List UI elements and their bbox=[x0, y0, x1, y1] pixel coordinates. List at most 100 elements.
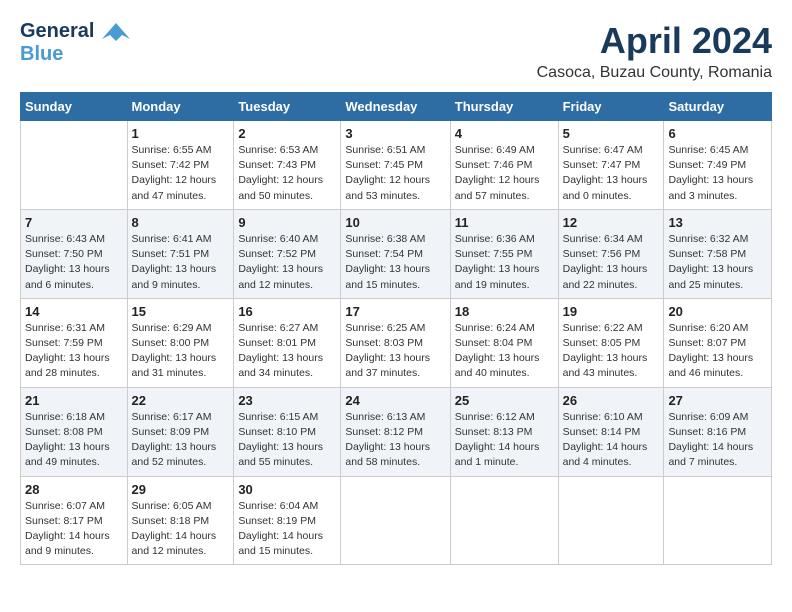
calendar-cell: 9 Sunrise: 6:40 AM Sunset: 7:52 PM Daylig… bbox=[234, 209, 341, 298]
calendar-cell: 16 Sunrise: 6:27 AM Sunset: 8:01 PM Dayli… bbox=[234, 298, 341, 387]
day-info: Sunrise: 6:25 AM Sunset: 8:03 PM Dayligh… bbox=[345, 321, 445, 382]
location-subtitle: Casoca, Buzau County, Romania bbox=[537, 64, 772, 82]
day-number: 15 bbox=[132, 304, 230, 319]
weekday-header: Wednesday bbox=[341, 93, 450, 121]
calendar-cell bbox=[558, 476, 664, 565]
day-number: 12 bbox=[563, 215, 660, 230]
day-info: Sunrise: 6:51 AM Sunset: 7:45 PM Dayligh… bbox=[345, 143, 445, 204]
logo: General Blue bbox=[20, 20, 130, 65]
day-info: Sunrise: 6:04 AM Sunset: 8:19 PM Dayligh… bbox=[238, 499, 336, 560]
calendar-cell: 23 Sunrise: 6:15 AM Sunset: 8:10 PM Dayli… bbox=[234, 387, 341, 476]
day-info: Sunrise: 6:36 AM Sunset: 7:55 PM Dayligh… bbox=[455, 232, 554, 293]
calendar-cell: 22 Sunrise: 6:17 AM Sunset: 8:09 PM Dayli… bbox=[127, 387, 234, 476]
day-number: 22 bbox=[132, 393, 230, 408]
day-info: Sunrise: 6:29 AM Sunset: 8:00 PM Dayligh… bbox=[132, 321, 230, 382]
day-info: Sunrise: 6:34 AM Sunset: 7:56 PM Dayligh… bbox=[563, 232, 660, 293]
calendar-cell: 6 Sunrise: 6:45 AM Sunset: 7:49 PM Daylig… bbox=[664, 121, 772, 210]
day-info: Sunrise: 6:53 AM Sunset: 7:43 PM Dayligh… bbox=[238, 143, 336, 204]
weekday-header: Tuesday bbox=[234, 93, 341, 121]
day-number: 19 bbox=[563, 304, 660, 319]
day-number: 25 bbox=[455, 393, 554, 408]
day-info: Sunrise: 6:12 AM Sunset: 8:13 PM Dayligh… bbox=[455, 410, 554, 471]
title-block: April 2024 Casoca, Buzau County, Romania bbox=[537, 20, 772, 82]
day-info: Sunrise: 6:24 AM Sunset: 8:04 PM Dayligh… bbox=[455, 321, 554, 382]
day-info: Sunrise: 6:27 AM Sunset: 8:01 PM Dayligh… bbox=[238, 321, 336, 382]
calendar-cell: 20 Sunrise: 6:20 AM Sunset: 8:07 PM Dayli… bbox=[664, 298, 772, 387]
weekday-header: Sunday bbox=[21, 93, 128, 121]
calendar-cell: 13 Sunrise: 6:32 AM Sunset: 7:58 PM Dayli… bbox=[664, 209, 772, 298]
day-number: 14 bbox=[25, 304, 123, 319]
calendar-cell bbox=[341, 476, 450, 565]
calendar-cell bbox=[664, 476, 772, 565]
calendar-cell: 24 Sunrise: 6:13 AM Sunset: 8:12 PM Dayli… bbox=[341, 387, 450, 476]
day-number: 24 bbox=[345, 393, 445, 408]
calendar-cell bbox=[21, 121, 128, 210]
day-info: Sunrise: 6:09 AM Sunset: 8:16 PM Dayligh… bbox=[668, 410, 767, 471]
day-number: 8 bbox=[132, 215, 230, 230]
day-info: Sunrise: 6:38 AM Sunset: 7:54 PM Dayligh… bbox=[345, 232, 445, 293]
day-info: Sunrise: 6:43 AM Sunset: 7:50 PM Dayligh… bbox=[25, 232, 123, 293]
calendar-cell: 11 Sunrise: 6:36 AM Sunset: 7:55 PM Dayli… bbox=[450, 209, 558, 298]
day-number: 9 bbox=[238, 215, 336, 230]
day-number: 29 bbox=[132, 482, 230, 497]
calendar-cell: 4Sunrise: 6:49 AM Sunset: 7:46 PM Daylig… bbox=[450, 121, 558, 210]
day-info: Sunrise: 6:47 AM Sunset: 7:47 PM Dayligh… bbox=[563, 143, 660, 204]
calendar-week-row: 1Sunrise: 6:55 AM Sunset: 7:42 PM Daylig… bbox=[21, 121, 772, 210]
day-number: 2 bbox=[238, 126, 336, 141]
day-number: 11 bbox=[455, 215, 554, 230]
day-info: Sunrise: 6:18 AM Sunset: 8:08 PM Dayligh… bbox=[25, 410, 123, 471]
day-info: Sunrise: 6:32 AM Sunset: 7:58 PM Dayligh… bbox=[668, 232, 767, 293]
calendar-cell bbox=[450, 476, 558, 565]
calendar-cell: 8 Sunrise: 6:41 AM Sunset: 7:51 PM Daylig… bbox=[127, 209, 234, 298]
day-number: 17 bbox=[345, 304, 445, 319]
day-number: 13 bbox=[668, 215, 767, 230]
calendar-cell: 7 Sunrise: 6:43 AM Sunset: 7:50 PM Daylig… bbox=[21, 209, 128, 298]
day-info: Sunrise: 6:41 AM Sunset: 7:51 PM Dayligh… bbox=[132, 232, 230, 293]
day-info: Sunrise: 6:22 AM Sunset: 8:05 PM Dayligh… bbox=[563, 321, 660, 382]
calendar-table: SundayMondayTuesdayWednesdayThursdayFrid… bbox=[20, 92, 772, 565]
day-info: Sunrise: 6:49 AM Sunset: 7:46 PM Dayligh… bbox=[455, 143, 554, 204]
calendar-week-row: 14 Sunrise: 6:31 AM Sunset: 7:59 PM Dayli… bbox=[21, 298, 772, 387]
calendar-cell: 12 Sunrise: 6:34 AM Sunset: 7:56 PM Dayli… bbox=[558, 209, 664, 298]
weekday-header: Saturday bbox=[664, 93, 772, 121]
day-number: 27 bbox=[668, 393, 767, 408]
day-info: Sunrise: 6:13 AM Sunset: 8:12 PM Dayligh… bbox=[345, 410, 445, 471]
day-info: Sunrise: 6:15 AM Sunset: 8:10 PM Dayligh… bbox=[238, 410, 336, 471]
calendar-cell: 19 Sunrise: 6:22 AM Sunset: 8:05 PM Dayli… bbox=[558, 298, 664, 387]
day-number: 1 bbox=[132, 126, 230, 141]
calendar-cell: 10 Sunrise: 6:38 AM Sunset: 7:54 PM Dayli… bbox=[341, 209, 450, 298]
page-header: General Blue April 2024 Casoca, Buzau Co… bbox=[20, 20, 772, 82]
calendar-cell: 15 Sunrise: 6:29 AM Sunset: 8:00 PM Dayli… bbox=[127, 298, 234, 387]
weekday-header: Monday bbox=[127, 93, 234, 121]
calendar-cell: 2 Sunrise: 6:53 AM Sunset: 7:43 PM Daylig… bbox=[234, 121, 341, 210]
day-info: Sunrise: 6:45 AM Sunset: 7:49 PM Dayligh… bbox=[668, 143, 767, 204]
day-number: 7 bbox=[25, 215, 123, 230]
day-number: 10 bbox=[345, 215, 445, 230]
calendar-cell: 14 Sunrise: 6:31 AM Sunset: 7:59 PM Dayli… bbox=[21, 298, 128, 387]
day-number: 26 bbox=[563, 393, 660, 408]
day-number: 3 bbox=[345, 126, 445, 141]
calendar-week-row: 21Sunrise: 6:18 AM Sunset: 8:08 PM Dayli… bbox=[21, 387, 772, 476]
day-number: 20 bbox=[668, 304, 767, 319]
calendar-cell: 28Sunrise: 6:07 AM Sunset: 8:17 PM Dayli… bbox=[21, 476, 128, 565]
weekday-header: Thursday bbox=[450, 93, 558, 121]
calendar-cell: 5Sunrise: 6:47 AM Sunset: 7:47 PM Daylig… bbox=[558, 121, 664, 210]
day-number: 28 bbox=[25, 482, 123, 497]
day-number: 16 bbox=[238, 304, 336, 319]
calendar-cell: 1Sunrise: 6:55 AM Sunset: 7:42 PM Daylig… bbox=[127, 121, 234, 210]
day-info: Sunrise: 6:10 AM Sunset: 8:14 PM Dayligh… bbox=[563, 410, 660, 471]
calendar-cell: 3 Sunrise: 6:51 AM Sunset: 7:45 PM Daylig… bbox=[341, 121, 450, 210]
calendar-cell: 18 Sunrise: 6:24 AM Sunset: 8:04 PM Dayli… bbox=[450, 298, 558, 387]
calendar-header: SundayMondayTuesdayWednesdayThursdayFrid… bbox=[21, 93, 772, 121]
day-number: 6 bbox=[668, 126, 767, 141]
day-info: Sunrise: 6:20 AM Sunset: 8:07 PM Dayligh… bbox=[668, 321, 767, 382]
calendar-cell: 30Sunrise: 6:04 AM Sunset: 8:19 PM Dayli… bbox=[234, 476, 341, 565]
day-number: 18 bbox=[455, 304, 554, 319]
calendar-cell: 27 Sunrise: 6:09 AM Sunset: 8:16 PM Dayli… bbox=[664, 387, 772, 476]
day-info: Sunrise: 6:05 AM Sunset: 8:18 PM Dayligh… bbox=[132, 499, 230, 560]
calendar-cell: 25 Sunrise: 6:12 AM Sunset: 8:13 PM Dayli… bbox=[450, 387, 558, 476]
day-info: Sunrise: 6:40 AM Sunset: 7:52 PM Dayligh… bbox=[238, 232, 336, 293]
day-number: 23 bbox=[238, 393, 336, 408]
day-info: Sunrise: 6:17 AM Sunset: 8:09 PM Dayligh… bbox=[132, 410, 230, 471]
day-info: Sunrise: 6:31 AM Sunset: 7:59 PM Dayligh… bbox=[25, 321, 123, 382]
